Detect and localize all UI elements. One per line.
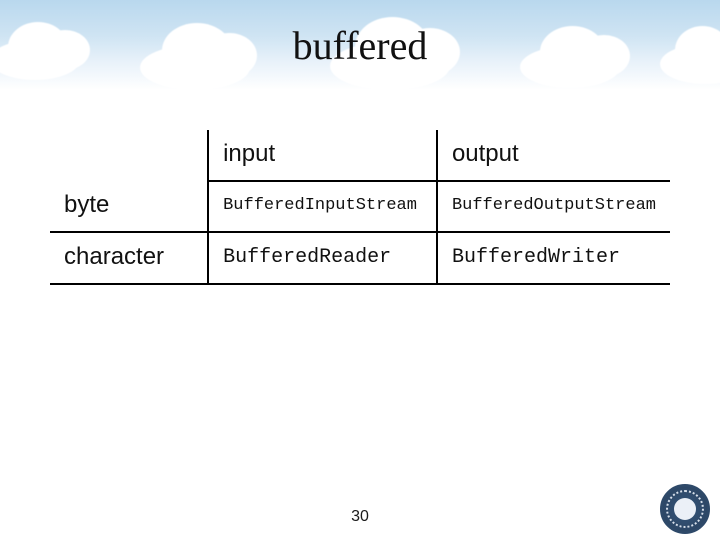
table-header-row: input output xyxy=(50,130,670,181)
cell-character-output: BufferedWriter xyxy=(437,232,670,284)
cell-byte-input: BufferedInputStream xyxy=(208,181,437,232)
cell-byte-output: BufferedOutputStream xyxy=(437,181,670,232)
institution-crest-icon xyxy=(660,484,710,534)
slide: buffered input output byte BufferedInput… xyxy=(0,0,720,540)
io-table: input output byte BufferedInputStream Bu… xyxy=(50,130,670,285)
table-row: byte BufferedInputStream BufferedOutputS… xyxy=(50,181,670,232)
table-corner-empty xyxy=(50,130,208,181)
content-area: input output byte BufferedInputStream Bu… xyxy=(50,130,670,285)
table-row: character BufferedReader BufferedWriter xyxy=(50,232,670,284)
row-label-byte: byte xyxy=(50,181,208,232)
row-label-character: character xyxy=(50,232,208,284)
page-number: 30 xyxy=(0,508,720,526)
column-header-output: output xyxy=(437,130,670,181)
slide-title: buffered xyxy=(0,22,720,69)
cell-character-input: BufferedReader xyxy=(208,232,437,284)
column-header-input: input xyxy=(208,130,437,181)
